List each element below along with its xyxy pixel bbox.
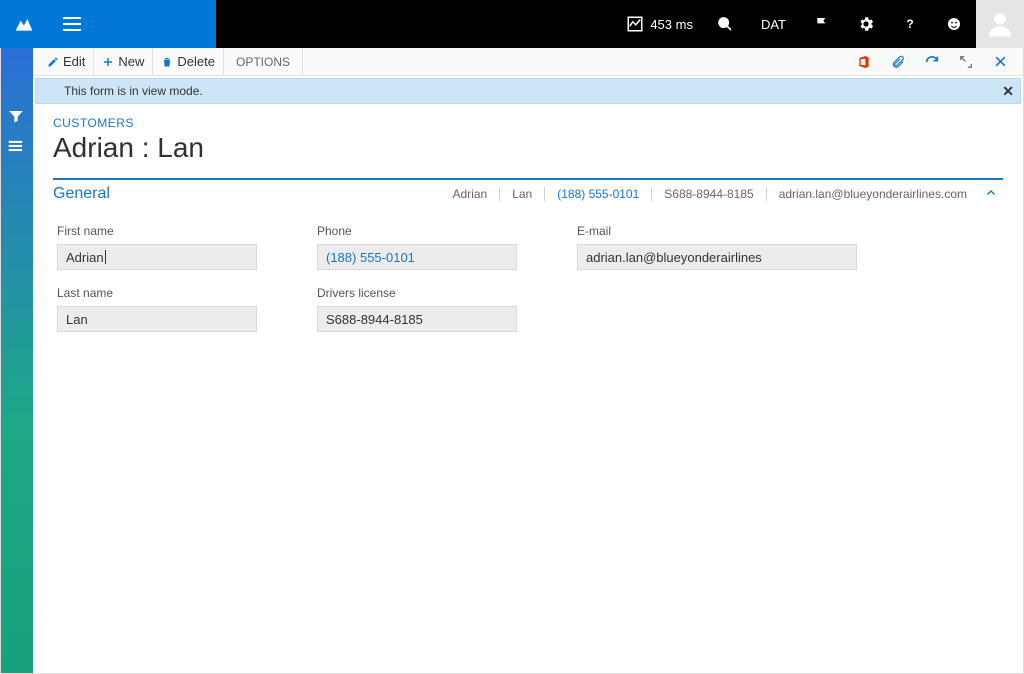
collapse-section-button[interactable]	[979, 187, 1003, 202]
feedback-button[interactable]	[932, 0, 976, 48]
action-bar: Edit New Delete OPTIONS	[33, 48, 1023, 76]
info-message-close[interactable]: ✕	[1002, 83, 1014, 100]
sidebar	[1, 48, 33, 673]
value-first-name[interactable]: Adrian	[57, 244, 257, 270]
summary-phone[interactable]: (188) 555-0101	[545, 187, 652, 201]
edit-label: Edit	[63, 54, 85, 69]
main: Edit New Delete OPTIONS	[33, 48, 1023, 673]
section-name[interactable]: General	[53, 185, 130, 203]
related-links-icon[interactable]	[8, 140, 26, 158]
flag-button[interactable]	[800, 0, 844, 48]
info-message: This form is in view mode. ✕	[35, 78, 1021, 104]
new-button[interactable]: New	[94, 48, 153, 75]
nav-area	[48, 0, 216, 48]
hamburger-button[interactable]	[48, 0, 96, 48]
label-last-name: Last name	[57, 286, 307, 300]
edit-button[interactable]: Edit	[39, 48, 94, 75]
info-message-text: This form is in view mode.	[50, 84, 203, 98]
delete-label: Delete	[177, 54, 215, 69]
company-picker[interactable]: DAT	[747, 0, 800, 48]
page-header: CUSTOMERS Adrian : Lan	[33, 104, 1023, 170]
label-license: Drivers license	[317, 286, 567, 300]
user-avatar[interactable]	[976, 0, 1024, 48]
page-title: Adrian : Lan	[53, 132, 1003, 164]
field-last-name: Last name Lan	[57, 286, 307, 332]
new-label: New	[118, 54, 144, 69]
label-phone: Phone	[317, 224, 567, 238]
summary-strip: Adrian Lan (188) 555-0101 S688-8944-8185…	[441, 187, 980, 201]
form-grid: First name Adrian Phone (188) 555-0101 E…	[33, 208, 1023, 348]
field-phone: Phone (188) 555-0101	[317, 224, 567, 270]
options-button[interactable]: OPTIONS	[223, 48, 303, 75]
label-email: E-mail	[577, 224, 927, 238]
breadcrumb[interactable]: CUSTOMERS	[53, 116, 1003, 130]
summary-email: adrian.lan@blueyonderairlines.com	[767, 187, 979, 201]
perf-label: 453 ms	[650, 17, 693, 32]
company-label: DAT	[761, 17, 786, 32]
field-license: Drivers license S688-8944-8185	[317, 286, 567, 332]
settings-button[interactable]	[844, 0, 888, 48]
app-logo[interactable]	[0, 0, 48, 48]
svg-text:?: ?	[906, 17, 913, 31]
value-license[interactable]: S688-8944-8185	[317, 306, 517, 332]
filter-icon[interactable]	[8, 108, 26, 126]
attach-button[interactable]	[881, 54, 915, 70]
office-button[interactable]	[847, 54, 881, 70]
summary-license: S688-8944-8185	[652, 187, 766, 201]
value-last-name[interactable]: Lan	[57, 306, 257, 332]
titlebar: 453 ms DAT ?	[0, 0, 1024, 48]
refresh-button[interactable]	[915, 54, 949, 70]
help-button[interactable]: ?	[888, 0, 932, 48]
field-email: E-mail adrian.lan@blueyonderairlines	[577, 224, 927, 270]
search-button[interactable]	[703, 0, 747, 48]
close-button[interactable]	[983, 55, 1017, 68]
summary-last: Lan	[500, 187, 545, 201]
value-email[interactable]: adrian.lan@blueyonderairlines	[577, 244, 857, 270]
delete-button[interactable]: Delete	[153, 48, 223, 75]
field-first-name: First name Adrian	[57, 224, 307, 270]
summary-first: Adrian	[441, 187, 501, 201]
options-label: OPTIONS	[236, 55, 290, 69]
popout-button[interactable]	[949, 55, 983, 69]
label-first-name: First name	[57, 224, 307, 238]
value-phone[interactable]: (188) 555-0101	[317, 244, 517, 270]
section-bar: General Adrian Lan (188) 555-0101 S688-8…	[53, 178, 1003, 208]
perf-indicator[interactable]: 453 ms	[616, 0, 703, 48]
